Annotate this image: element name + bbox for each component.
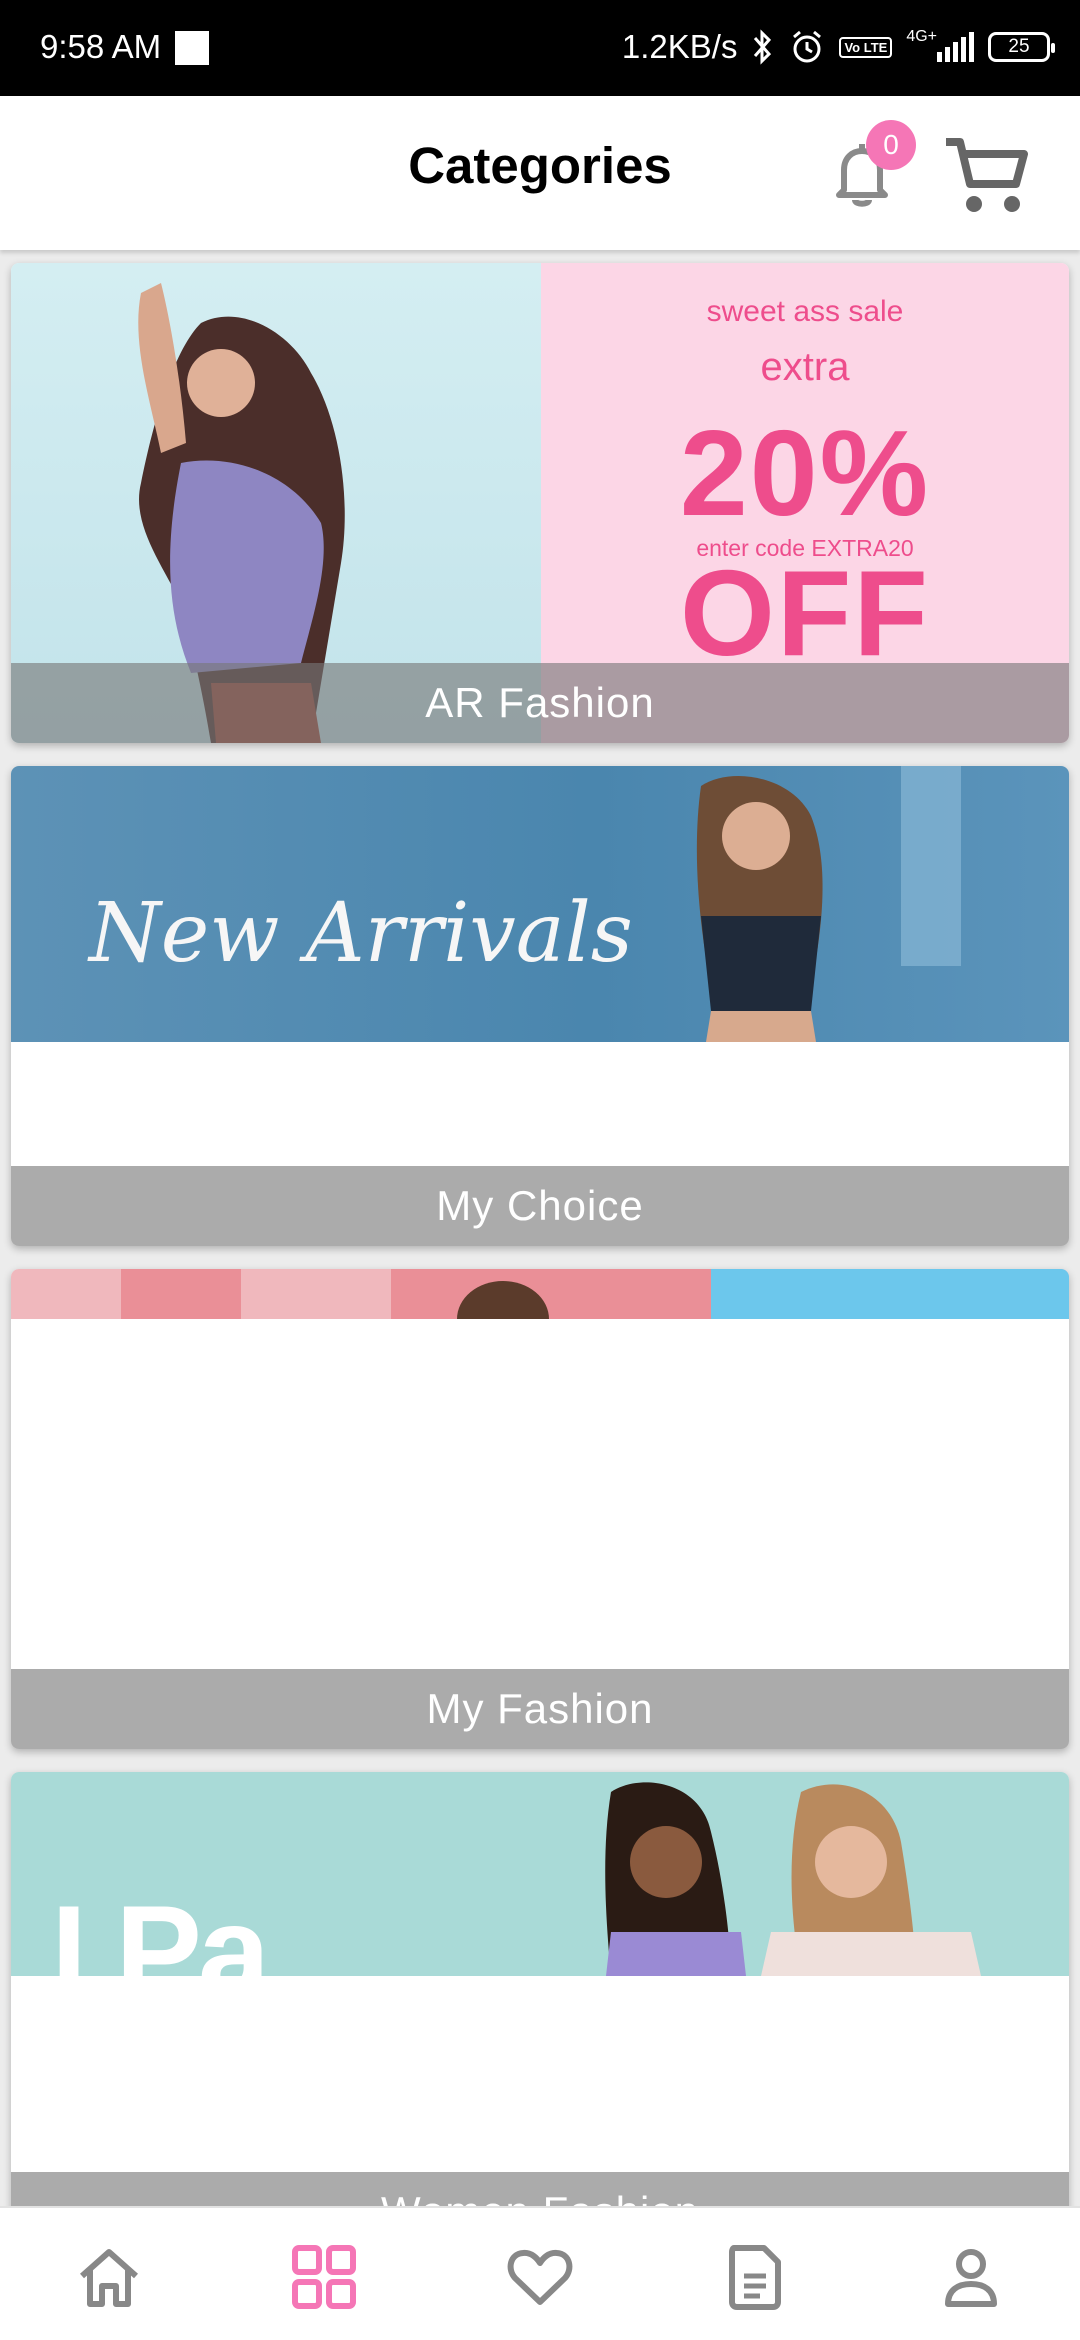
cart-icon[interactable] bbox=[940, 128, 1034, 222]
banner-photo: I Pa... bbox=[11, 1772, 1069, 2024]
home-icon bbox=[80, 2249, 138, 2307]
person-icon bbox=[945, 2249, 997, 2307]
category-label: My Fashion bbox=[11, 1669, 1069, 1749]
status-right: 1.2KB/s Vo LTE 4G+ 25 bbox=[621, 26, 1055, 68]
heart-icon bbox=[507, 2249, 573, 2305]
category-card-ar-fashion[interactable]: sweet ass sale extra 20% OFF enter code … bbox=[11, 263, 1069, 743]
banner-photo bbox=[11, 1269, 1069, 1357]
banner-partial-text: I Pa... bbox=[51, 1878, 367, 2024]
nav-home[interactable] bbox=[66, 2234, 152, 2320]
volte-icon: Vo LTE bbox=[839, 36, 893, 58]
status-bar: 9:58 AM 1.2KB/s Vo LTE 4G+ 25 bbox=[0, 0, 1080, 96]
nav-orders[interactable] bbox=[712, 2234, 798, 2320]
network-speed: 1.2KB/s bbox=[621, 28, 738, 65]
status-time: 9:58 AM bbox=[40, 28, 162, 65]
category-card-my-choice[interactable]: New Arrivals My Choice bbox=[11, 766, 1069, 1246]
alarm-icon bbox=[789, 29, 825, 65]
promo-line-2: extra bbox=[760, 345, 850, 389]
category-label: AR Fashion bbox=[11, 663, 1069, 743]
bottom-nav bbox=[0, 2206, 1080, 2340]
nav-wishlist[interactable] bbox=[497, 2234, 583, 2320]
banner-script-text: New Arrivals bbox=[89, 886, 633, 981]
network-type: 4G+ bbox=[906, 28, 937, 45]
nav-categories[interactable] bbox=[281, 2234, 367, 2320]
grid-icon bbox=[292, 2245, 356, 2309]
category-card-women-fashion[interactable]: I Pa... Women Fashion bbox=[11, 1772, 1069, 2206]
document-icon bbox=[729, 2245, 781, 2310]
notification-square-icon bbox=[175, 31, 209, 65]
category-card-my-fashion[interactable]: My Fashion bbox=[11, 1269, 1069, 1749]
page-title: Categories bbox=[408, 137, 672, 194]
battery-level: 25 bbox=[1008, 36, 1030, 57]
promo-code-text: enter code EXTRA20 bbox=[696, 535, 914, 561]
category-list[interactable]: sweet ass sale extra 20% OFF enter code … bbox=[0, 250, 1080, 2206]
signal-icon: 4G+ bbox=[906, 28, 974, 62]
banner-strip-image bbox=[11, 1269, 1069, 1357]
nav-profile[interactable] bbox=[928, 2234, 1014, 2320]
category-label: Women Fashion bbox=[11, 2172, 1069, 2206]
notification-badge: 0 bbox=[866, 120, 916, 170]
category-label: My Choice bbox=[11, 1166, 1069, 1246]
signal-bars-icon bbox=[937, 32, 974, 62]
battery-icon: 25 bbox=[988, 32, 1055, 62]
app-header: Categories 0 bbox=[0, 96, 1080, 250]
promo-line-1: sweet ass sale bbox=[706, 295, 904, 328]
banner-photo: New Arrivals bbox=[11, 766, 1069, 1042]
bluetooth-icon bbox=[751, 28, 775, 66]
